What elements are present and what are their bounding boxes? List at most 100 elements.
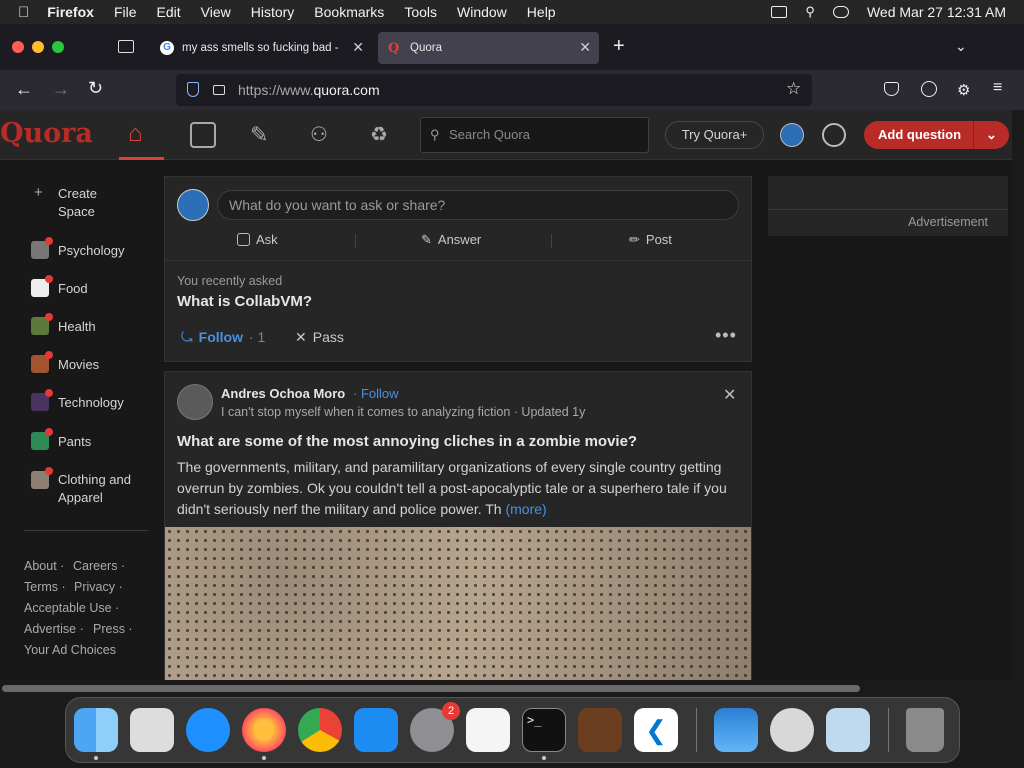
answer-pencil-icon[interactable]: ✎ xyxy=(250,122,276,148)
following-feed-icon[interactable] xyxy=(190,122,216,148)
url-field[interactable]: https://www.quora.com ☆ xyxy=(176,74,812,106)
try-quora-plus-button[interactable]: Try Quora+ xyxy=(665,121,764,149)
menu-tools[interactable]: Tools xyxy=(404,4,437,20)
menu-window[interactable]: Window xyxy=(457,4,507,20)
google-icon: G xyxy=(160,41,174,55)
hamburger-menu-icon[interactable]: ≡ xyxy=(993,79,1002,97)
user-avatar[interactable] xyxy=(177,189,209,221)
footer-terms[interactable]: Terms · xyxy=(24,580,66,594)
language-globe-icon[interactable] xyxy=(822,123,846,147)
screen-mirror-icon[interactable] xyxy=(771,6,788,18)
menu-app-name[interactable]: Firefox xyxy=(47,4,94,20)
post-question-title[interactable]: What are some of the most annoying clich… xyxy=(177,433,637,450)
more-link[interactable]: (more) xyxy=(505,501,546,517)
footer-careers[interactable]: Careers · xyxy=(73,559,125,573)
url-text: https://www.quora.com xyxy=(238,82,380,98)
bookmark-star-icon[interactable]: ☆ xyxy=(786,79,801,99)
footer-ad-choices[interactable]: Your Ad Choices xyxy=(24,643,116,657)
sidebar-item-technology[interactable]: Technology xyxy=(58,395,124,410)
weather-icon[interactable] xyxy=(714,708,758,752)
lock-icon[interactable] xyxy=(213,85,225,95)
menu-history[interactable]: History xyxy=(251,4,295,20)
clock[interactable]: Wed Mar 27 12:31 AM xyxy=(867,4,1006,20)
chrome-icon[interactable] xyxy=(298,708,342,752)
menu-file[interactable]: File xyxy=(114,4,137,20)
space-icon-pants xyxy=(31,428,53,450)
home-icon[interactable]: ⌂ xyxy=(128,120,143,148)
forward-arrow-icon[interactable]: → xyxy=(52,79,70,100)
menu-view[interactable]: View xyxy=(201,4,231,20)
post-excerpt[interactable]: The governments, military, and paramilit… xyxy=(177,457,743,520)
minimize-window-button[interactable] xyxy=(32,41,44,53)
preview-icon[interactable] xyxy=(826,708,870,752)
zoom-window-button[interactable] xyxy=(52,41,64,53)
author-follow-link[interactable]: · Follow xyxy=(353,386,399,401)
tab-list-chevron-icon[interactable]: ⌄ xyxy=(955,38,967,55)
menu-bookmarks[interactable]: Bookmarks xyxy=(314,4,384,20)
account-icon[interactable] xyxy=(921,81,937,97)
tracking-shield-icon[interactable] xyxy=(187,82,199,97)
safari-icon[interactable] xyxy=(186,708,230,752)
tab-quora[interactable]: Q Quora ✕ xyxy=(378,32,599,64)
tab-overview-icon[interactable] xyxy=(118,40,134,53)
close-tab-icon[interactable]: ✕ xyxy=(579,39,591,56)
space-icon-psychology xyxy=(31,237,53,259)
launchpad-icon[interactable] xyxy=(130,708,174,752)
menu-edit[interactable]: Edit xyxy=(157,4,181,20)
trash-icon[interactable] xyxy=(906,708,944,752)
ask-button[interactable]: Ask xyxy=(237,232,278,247)
ask-input[interactable]: What do you want to ask or share? xyxy=(217,190,739,220)
post-button[interactable]: ✏ Post xyxy=(629,232,672,248)
notifications-bell-icon[interactable]: ♻ xyxy=(370,122,396,148)
profile-avatar[interactable] xyxy=(780,123,804,147)
sidebar-item-health[interactable]: Health xyxy=(58,319,96,334)
footer-advertise[interactable]: Advertise · xyxy=(24,622,84,636)
menu-help[interactable]: Help xyxy=(527,4,556,20)
footer-about[interactable]: About · xyxy=(24,559,64,573)
dismiss-post-icon[interactable]: ✕ xyxy=(723,385,736,405)
sidebar-item-clothing[interactable]: Clothing and Apparel xyxy=(58,471,148,507)
app-store-icon[interactable] xyxy=(354,708,398,752)
footer-press[interactable]: Press · xyxy=(93,622,133,636)
garageband-icon[interactable] xyxy=(578,708,622,752)
close-tab-icon[interactable]: ✕ xyxy=(352,39,364,56)
firefox-icon[interactable] xyxy=(242,708,286,752)
add-question-dropdown-chevron-icon[interactable]: ⌄ xyxy=(973,121,1009,149)
vscode-icon[interactable]: ❮ xyxy=(634,708,678,752)
sidebar-item-pants[interactable]: Pants xyxy=(58,434,91,449)
pocket-icon[interactable] xyxy=(884,82,899,96)
new-tab-button[interactable]: + xyxy=(613,35,625,58)
terminal-icon[interactable]: >_ xyxy=(522,708,566,752)
finder-icon[interactable] xyxy=(74,708,118,752)
tab-google-search[interactable]: G my ass smells so fucking bad - ✕ xyxy=(150,32,372,64)
answer-button[interactable]: ✎ Answer xyxy=(421,232,481,248)
follow-button[interactable]: ⤿ Follow · 1 xyxy=(181,329,265,346)
author-name[interactable]: Andres Ochoa Moro xyxy=(221,386,345,401)
recent-question-title[interactable]: What is CollabVM? xyxy=(177,293,312,310)
create-space-plus-icon[interactable]: + xyxy=(34,184,43,201)
more-options-icon[interactable]: ••• xyxy=(715,325,737,346)
horizontal-scrollbar[interactable] xyxy=(2,685,860,692)
author-avatar[interactable] xyxy=(177,384,213,420)
apple-icon[interactable]:  xyxy=(18,4,29,21)
textedit-icon[interactable] xyxy=(466,708,510,752)
control-center-icon[interactable] xyxy=(832,6,849,18)
reload-icon[interactable]: ↻ xyxy=(88,78,103,99)
sidebar-item-food[interactable]: Food xyxy=(58,281,88,296)
spaces-people-icon[interactable]: ⚇ xyxy=(310,122,336,148)
footer-acceptable-use[interactable]: Acceptable Use · xyxy=(24,601,119,615)
sidebar-item-psychology[interactable]: Psychology xyxy=(58,243,124,258)
search-input[interactable]: ⚲ Search Quora xyxy=(420,117,649,153)
add-question-button[interactable]: Add question ⌄ xyxy=(864,121,1009,149)
footer-privacy[interactable]: Privacy · xyxy=(74,580,123,594)
spotlight-search-icon[interactable]: ⚲ xyxy=(805,4,815,20)
sidebar-item-movies[interactable]: Movies xyxy=(58,357,99,372)
close-window-button[interactable] xyxy=(12,41,24,53)
create-space-link[interactable]: Create Space xyxy=(58,185,118,221)
extensions-icon[interactable]: ⚙ xyxy=(957,81,970,99)
post-image[interactable] xyxy=(165,527,751,680)
quora-logo[interactable]: Quora xyxy=(0,118,93,149)
quicktime-icon[interactable] xyxy=(770,708,814,752)
back-arrow-icon[interactable]: ← xyxy=(15,79,33,100)
pass-button[interactable]: ✕ Pass xyxy=(295,329,344,346)
